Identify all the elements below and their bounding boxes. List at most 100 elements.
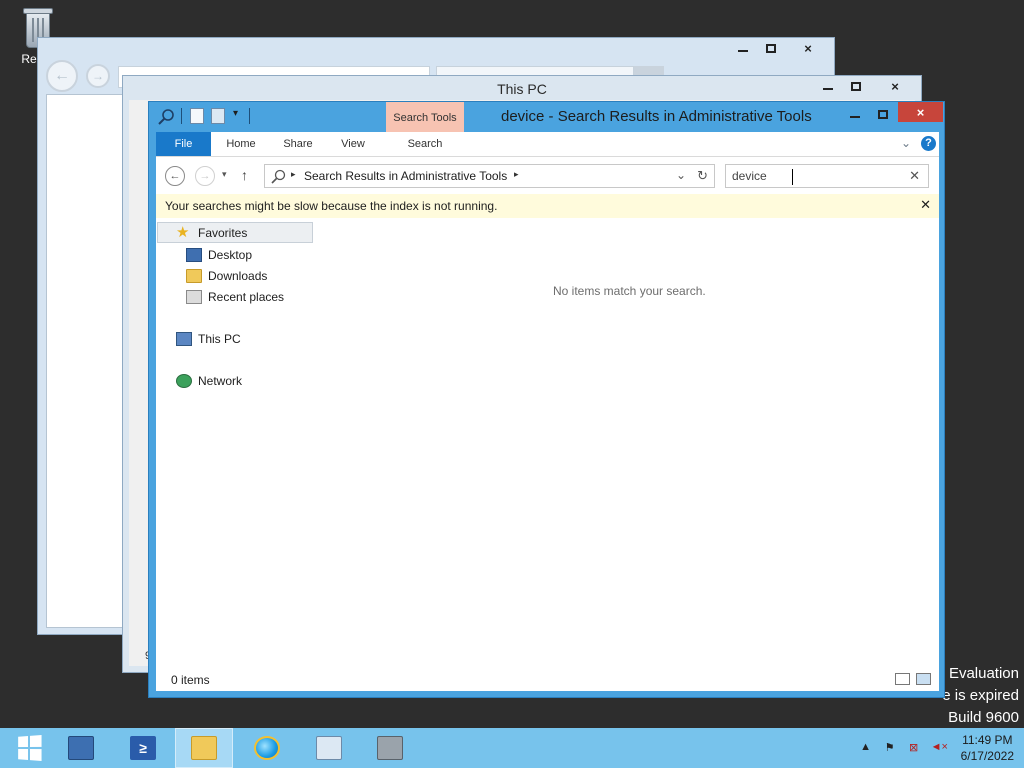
volume-muted-icon[interactable]: ◄×: [931, 741, 948, 755]
qat-dropdown-icon[interactable]: ▾: [233, 108, 238, 119]
tab-view[interactable]: View: [333, 132, 373, 156]
watermark-line-2: e is expired: [942, 687, 1019, 704]
tab-search[interactable]: Search: [386, 132, 464, 156]
thispc-close-button[interactable]: ×: [875, 76, 915, 96]
watermark-line-1: Evaluation: [948, 665, 1019, 682]
computer-icon: [176, 331, 192, 346]
ie-minimize-button[interactable]: [730, 38, 756, 58]
windows-logo-icon: [18, 735, 42, 761]
qat-divider: [181, 108, 182, 124]
address-bar[interactable]: ▸ Search Results in Administrative Tools…: [264, 164, 715, 188]
recent-places-icon: [186, 289, 202, 304]
nav-desktop[interactable]: Desktop: [186, 244, 252, 265]
nav-favorites[interactable]: ★ Favorites: [157, 222, 313, 243]
clock-time: 11:49 PM: [962, 733, 1013, 747]
forward-arrow-icon[interactable]: →: [86, 64, 110, 88]
window-title: device - Search Results in Administrativ…: [501, 108, 812, 125]
watermark-line-3: Build 9600: [948, 709, 1019, 726]
thispc-minimize-button[interactable]: [815, 76, 841, 96]
network-icon: [176, 373, 192, 388]
ribbon-expand-chevron-icon[interactable]: ⌄: [901, 136, 911, 150]
navigation-pane: ★ Favorites Desktop Downloads Recent pla…: [156, 222, 316, 682]
item-count: 0 items: [171, 673, 210, 687]
details-view-icon[interactable]: [895, 673, 910, 685]
explorer-search-window[interactable]: ▾ Search Tools device - Search Results i…: [148, 101, 945, 698]
minimize-button[interactable]: [842, 104, 868, 124]
refresh-icon[interactable]: ↻: [697, 168, 708, 184]
network-status-icon[interactable]: ⊠: [907, 741, 921, 755]
control-panel-taskbar-button[interactable]: [300, 728, 358, 768]
internet-explorer-icon: [254, 736, 280, 760]
search-input[interactable]: [732, 168, 902, 184]
powershell-taskbar-button[interactable]: ≥: [114, 728, 172, 768]
large-icons-view-icon[interactable]: [916, 673, 931, 685]
breadcrumb-chevron-icon-2[interactable]: ▸: [514, 169, 519, 180]
powershell-icon: ≥: [130, 736, 156, 760]
address-dropdown-icon[interactable]: ⌄: [676, 168, 686, 182]
tab-home[interactable]: Home: [219, 132, 263, 156]
star-icon: ★: [176, 223, 190, 241]
tab-share[interactable]: Share: [276, 132, 320, 156]
desktop-icon: [186, 247, 202, 262]
clock-date: 6/17/2022: [960, 749, 1014, 763]
server-manager-icon: [68, 736, 94, 760]
info-bar-close-icon[interactable]: ✕: [920, 197, 931, 213]
nav-desktop-label: Desktop: [208, 247, 253, 262]
internet-explorer-taskbar-button[interactable]: [238, 728, 296, 768]
qat-divider-2: [249, 108, 250, 124]
start-button[interactable]: [0, 728, 58, 768]
nav-recent-label: Recent places: [208, 289, 285, 304]
nav-favorites-label: Favorites: [198, 225, 248, 240]
help-icon[interactable]: ?: [921, 136, 936, 151]
maximize-button[interactable]: [870, 104, 896, 124]
clock[interactable]: 11:49 PM 6/17/2022: [961, 732, 1014, 764]
info-bar-text: Your searches might be slow because the …: [165, 199, 498, 213]
nav-network-label: Network: [198, 373, 243, 388]
close-button[interactable]: ×: [898, 102, 943, 122]
title-bar[interactable]: ▾ Search Tools device - Search Results i…: [149, 102, 944, 133]
nav-downloads[interactable]: Downloads: [186, 265, 267, 286]
recent-locations-chevron-icon[interactable]: ▾: [222, 169, 227, 180]
server-manager-taskbar-button[interactable]: [52, 728, 110, 768]
address-path: Search Results in Administrative Tools: [304, 169, 508, 183]
thispc-maximize-button[interactable]: [843, 76, 869, 96]
properties-icon[interactable]: [190, 108, 204, 124]
file-explorer-taskbar-button[interactable]: [175, 728, 233, 768]
address-row: ← → ▾ ↑ ▸ Search Results in Administrati…: [156, 156, 939, 194]
folder-icon: [191, 736, 217, 760]
clear-search-icon[interactable]: ✕: [909, 168, 920, 184]
nav-network[interactable]: Network: [176, 370, 242, 391]
downloads-folder-icon: [186, 268, 202, 283]
explorer-content: ← → ▾ ↑ ▸ Search Results in Administrati…: [156, 156, 939, 691]
text-cursor-icon: [792, 169, 793, 185]
printer-icon: [377, 736, 403, 760]
search-icon: [157, 108, 175, 125]
nav-downloads-label: Downloads: [208, 268, 268, 283]
show-hidden-icons-icon[interactable]: ▲: [859, 741, 873, 755]
tab-file[interactable]: File: [156, 132, 211, 156]
new-folder-icon[interactable]: [211, 108, 225, 124]
info-bar[interactable]: Your searches might be slow because the …: [156, 194, 939, 218]
search-results-icon: [271, 169, 286, 184]
back-arrow-icon[interactable]: ←: [46, 60, 78, 92]
printer-taskbar-button[interactable]: [361, 728, 419, 768]
back-button[interactable]: ←: [165, 166, 185, 186]
empty-results-message: No items match your search.: [553, 284, 706, 298]
nav-thispc-label: This PC: [198, 331, 241, 346]
search-box[interactable]: ✕: [725, 164, 929, 188]
status-bar: 0 items: [156, 669, 939, 691]
nav-this-pc[interactable]: This PC: [176, 328, 241, 349]
ie-close-button[interactable]: ×: [788, 38, 828, 58]
ie-maximize-button[interactable]: [758, 38, 784, 58]
up-arrow-icon[interactable]: ↑: [241, 167, 248, 183]
system-tray: ▲ ⚑ ⊠ ◄× 11:49 PM 6/17/2022: [859, 728, 1014, 768]
search-tools-context-label: Search Tools: [386, 102, 464, 133]
view-toggle: [895, 673, 931, 685]
forward-button[interactable]: →: [195, 166, 215, 186]
control-panel-icon: [316, 736, 342, 760]
action-center-flag-icon[interactable]: ⚑: [883, 741, 897, 755]
taskbar: ≥ ▲ ⚑ ⊠ ◄× 11:49 PM 6/17/2022: [0, 728, 1024, 768]
ribbon-tabs: File Home Share View Search ⌄ ?: [156, 132, 939, 156]
nav-recent-places[interactable]: Recent places: [186, 286, 284, 307]
breadcrumb-chevron-icon[interactable]: ▸: [291, 169, 296, 180]
